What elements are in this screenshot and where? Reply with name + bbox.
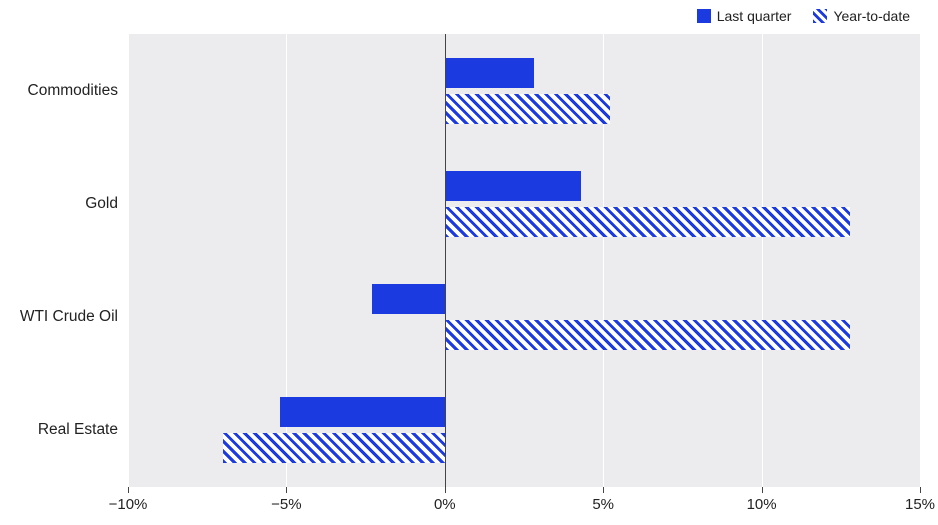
x-tick-label: 0% [434,496,456,513]
bar-year-to-date [445,207,851,237]
legend-item-last-quarter: Last quarter [697,8,792,24]
bar-year-to-date [223,433,445,463]
bar-last-quarter [445,58,534,88]
x-tick-label: 10% [747,496,777,513]
chart-container: Last quarter Year-to-date −10%−5%0%5%10%… [0,0,938,525]
legend-label: Last quarter [717,8,792,24]
grid-line [762,34,763,487]
x-tick-label: 5% [592,496,614,513]
legend-item-year-to-date: Year-to-date [813,8,910,24]
zero-axis [445,34,447,487]
x-tick-label: 15% [905,496,935,513]
bar-year-to-date [445,320,851,350]
bar-last-quarter [445,171,581,201]
legend-swatch-solid [697,9,711,23]
plot-area: −10%−5%0%5%10%15%CommoditiesGoldWTI Crud… [128,34,920,487]
category-label: Real Estate [38,421,118,439]
bar-last-quarter [280,397,445,427]
category-label: Gold [85,195,118,213]
x-tick-label: −5% [271,496,301,513]
x-tick-mark [603,487,604,493]
x-tick-mark [762,487,763,493]
bar-year-to-date [445,94,610,124]
legend-label: Year-to-date [833,8,910,24]
grid-line [128,34,129,487]
legend: Last quarter Year-to-date [697,8,910,24]
x-tick-mark [445,487,446,493]
x-tick-mark [286,487,287,493]
grid-line [920,34,921,487]
x-tick-mark [128,487,129,493]
x-tick-label: −10% [109,496,148,513]
bar-last-quarter [372,284,445,314]
category-label: Commodities [28,82,118,100]
category-label: WTI Crude Oil [20,308,118,326]
x-tick-mark [920,487,921,493]
legend-swatch-hatch [813,9,827,23]
